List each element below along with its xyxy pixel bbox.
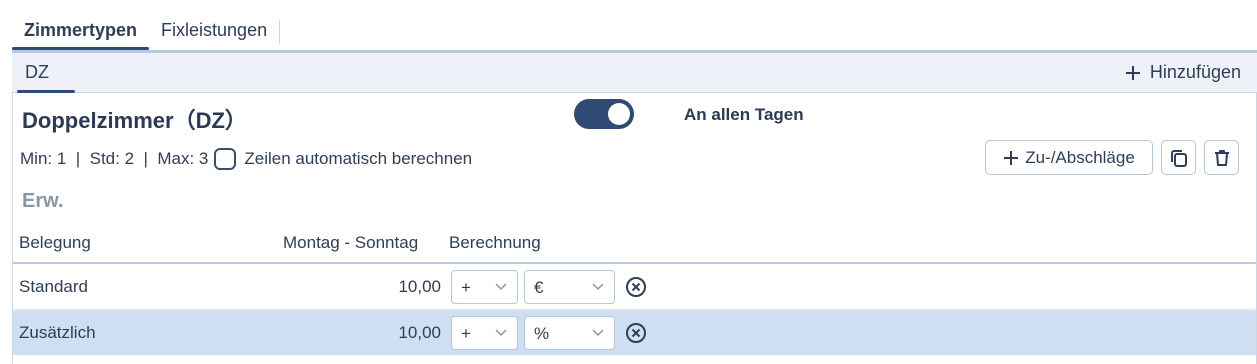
column-header-belegung: Belegung [19, 233, 91, 252]
days-label: An allen Tagen [684, 105, 804, 124]
trash-icon [1214, 149, 1229, 166]
copy-icon [1170, 149, 1187, 167]
chevron-down-icon [495, 329, 507, 337]
tab-fixleistungen[interactable]: Fixleistungen [149, 18, 279, 50]
room-type-title: Doppelzimmer（DZ） [22, 108, 247, 133]
chevron-down-icon [592, 283, 604, 291]
surcharges-button[interactable]: Zu-/Abschläge [985, 140, 1153, 175]
occupancy-limits: Min: 1 | Std: 2 | Max: 3 Zeilen automati… [20, 148, 472, 170]
delete-button[interactable] [1204, 140, 1239, 175]
min-std-max-text: Min: 1 | Std: 2 | Max: 3 [20, 149, 209, 168]
tab-zimmertypen[interactable]: Zimmertypen [12, 18, 150, 50]
table-row: Zusätzlich 10,00 + % [13, 311, 1256, 355]
auto-calc-label: Zeilen automatisch berechnen [244, 149, 473, 168]
table-row: Standard 10,00 + € [13, 265, 1256, 309]
column-header-calc: Berechnung [449, 233, 541, 252]
add-room-type-button[interactable]: Hinzufügen [1124, 62, 1241, 83]
tab-divider [279, 20, 281, 44]
add-button-label: Hinzufügen [1149, 62, 1241, 82]
clear-row-icon[interactable] [625, 276, 647, 298]
row-value[interactable]: 10,00 [398, 323, 441, 343]
operator-value: + [461, 324, 471, 343]
operator-value: + [461, 278, 471, 297]
chevron-down-icon [592, 329, 604, 337]
clear-row-icon[interactable] [625, 322, 647, 344]
operator-select[interactable]: + [451, 316, 518, 350]
tab-room-type-dz[interactable]: DZ [17, 62, 75, 93]
unit-select[interactable]: % [524, 316, 615, 350]
copy-button[interactable] [1161, 140, 1196, 175]
plus-icon [1004, 150, 1019, 165]
unit-select[interactable]: € [524, 270, 615, 304]
row-value[interactable]: 10,00 [398, 277, 441, 297]
active-toggle[interactable] [574, 99, 634, 129]
unit-value: € [534, 278, 544, 297]
surcharges-label: Zu-/Abschläge [1025, 147, 1135, 167]
room-type-card: Doppelzimmer（DZ） An allen Tagen Min: 1 |… [12, 93, 1257, 364]
section-heading: Erw. [22, 190, 64, 212]
main-tabs: Zimmertypen Fixleistungen [12, 18, 281, 50]
row-label: Standard [19, 277, 88, 296]
chevron-down-icon [495, 283, 507, 291]
column-header-days: Montag - Sonntag [283, 233, 419, 252]
operator-select[interactable]: + [451, 270, 518, 304]
header-divider [13, 262, 1256, 264]
auto-calc-checkbox[interactable] [214, 148, 237, 170]
unit-value: % [534, 324, 550, 343]
plus-icon [1125, 65, 1140, 80]
row-label: Zusätzlich [19, 323, 96, 342]
room-type-tab-bar: DZ Hinzufügen [12, 53, 1257, 93]
toggle-knob [608, 103, 630, 125]
